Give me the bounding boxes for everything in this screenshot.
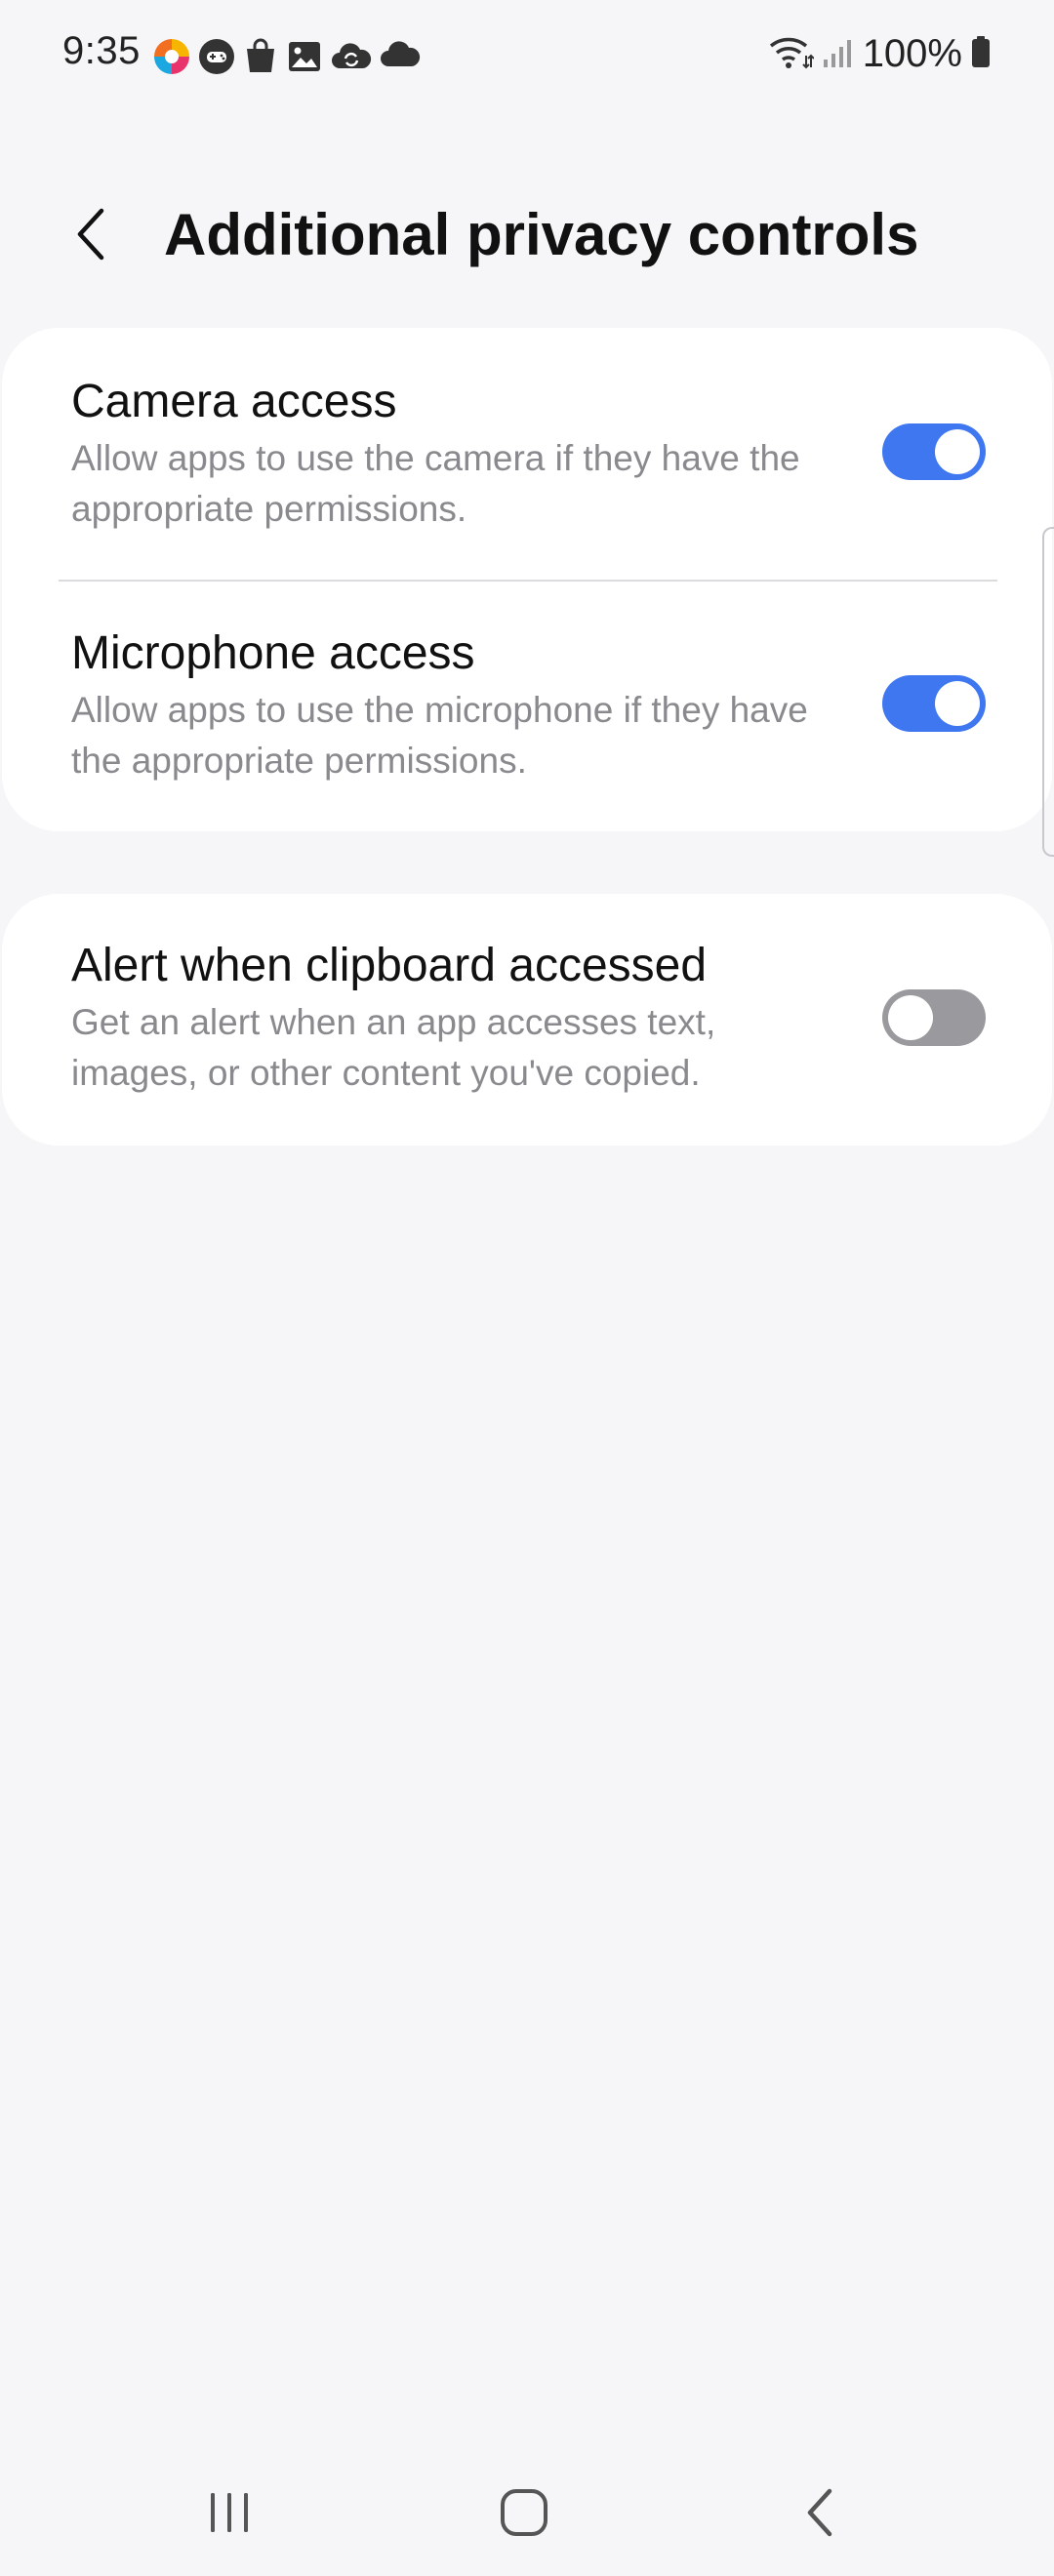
camera-access-row[interactable]: Camera access Allow apps to use the came… [2,328,1052,580]
back-icon [807,2488,832,2537]
cloud-icon [379,37,422,76]
microphone-access-row[interactable]: Microphone access Allow apps to use the … [2,582,1052,831]
setting-title: Microphone access [71,627,475,679]
app-bar: Additional privacy controls [0,176,1054,293]
setting-description: Allow apps to use the camera if they hav… [71,438,800,529]
wifi-icon [767,32,815,76]
battery-icon [970,32,992,76]
multicolor-app-icon [152,37,191,76]
notification-icons [152,36,422,77]
home-button[interactable] [480,2469,568,2556]
clipboard-settings-card: Alert when clipboard accessed Get an ale… [2,894,1052,1146]
toggle-knob [935,429,980,474]
cloud-sync-icon [330,37,373,76]
setting-description: Get an alert when an app accesses text, … [71,1002,716,1093]
battery-percentage: 100% [862,31,962,75]
status-time: 9:35 [62,29,141,72]
recents-button[interactable] [185,2469,273,2556]
setting-description: Allow apps to use the microphone if they… [71,690,808,781]
gallery-icon [285,37,324,76]
setting-title: Alert when clipboard accessed [71,940,708,991]
toggle-knob [888,995,933,1040]
toggle-knob [935,681,980,726]
system-back-button[interactable] [776,2469,864,2556]
game-controller-icon [197,37,236,76]
recents-icon [211,2493,248,2532]
chevron-left-icon [77,208,104,261]
clipboard-alert-row[interactable]: Alert when clipboard accessed Get an ale… [2,894,1052,1146]
home-icon [501,2489,547,2536]
navigation-bar [0,2449,1054,2576]
setting-title: Camera access [71,376,397,427]
signal-icon [822,32,855,76]
shopping-bag-icon [242,37,279,76]
page-title: Additional privacy controls [164,202,919,267]
camera-access-toggle[interactable] [882,423,986,480]
status-bar: 9:35 100% [0,0,1054,107]
scroll-indicator[interactable] [1042,527,1054,857]
microphone-access-toggle[interactable] [882,675,986,732]
access-settings-card: Camera access Allow apps to use the came… [2,328,1052,831]
clipboard-alert-toggle[interactable] [882,989,986,1046]
system-status: 100% [767,29,992,78]
back-button[interactable] [55,197,129,271]
